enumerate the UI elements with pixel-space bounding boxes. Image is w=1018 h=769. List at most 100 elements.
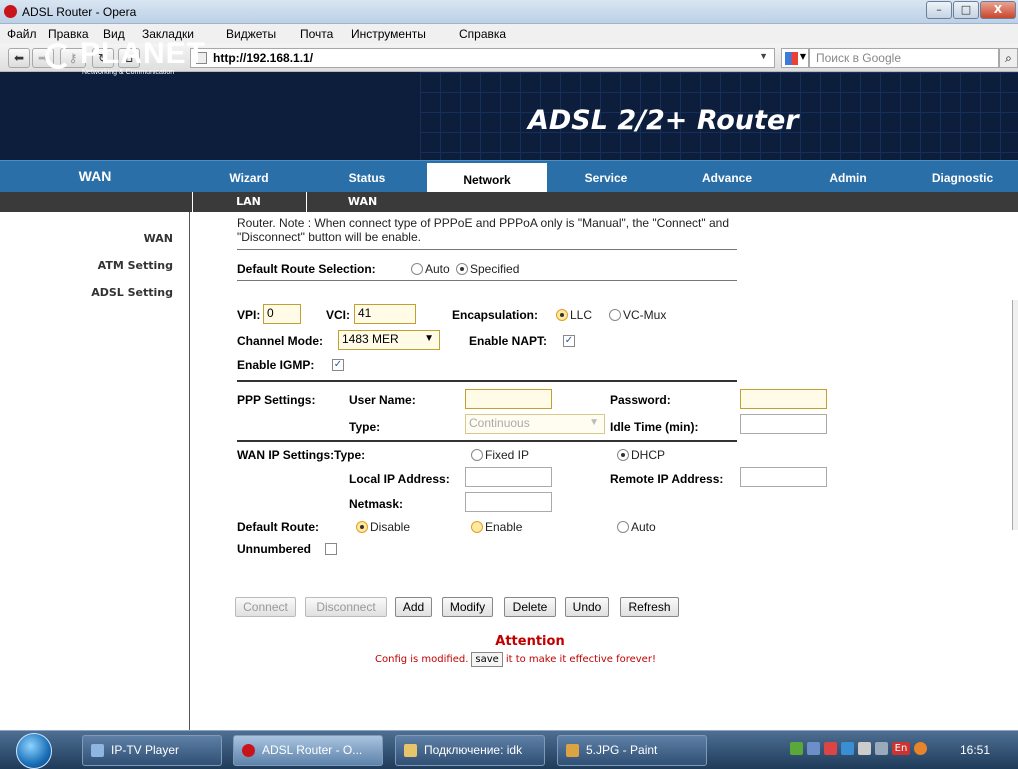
clock[interactable]: 16:51 (960, 743, 990, 757)
chevron-down-icon: ▼ (799, 52, 806, 61)
tab-diagnostic[interactable]: Diagnostic (907, 161, 1018, 193)
encap-llc-label: LLC (570, 308, 593, 322)
wan-ip-type-label: Type: (334, 448, 366, 462)
chevron-down-icon: ▼ (424, 333, 434, 344)
search-engine-select[interactable]: ▼ (781, 48, 809, 68)
divider (237, 440, 737, 442)
route-specified-label: Specified (470, 262, 520, 276)
menu-mail[interactable]: Почта (300, 27, 333, 41)
taskbar-item-label: IP-TV Player (111, 743, 180, 757)
route-specified-radio[interactable] (456, 263, 468, 275)
disconnect-button[interactable]: Disconnect (305, 597, 387, 617)
maximize-button[interactable]: □ (953, 1, 979, 19)
address-url: http://192.168.1.1/ (213, 51, 314, 65)
default-route-label: Default Route: (237, 520, 319, 534)
default-route-disable-radio[interactable] (356, 521, 368, 533)
channel-mode-value: 1483 MER (342, 332, 399, 346)
default-route-auto-label: Auto (631, 520, 656, 534)
refresh-button[interactable]: Refresh (620, 597, 679, 617)
tray-app-icon[interactable] (807, 742, 820, 755)
modify-button[interactable]: Modify (442, 597, 493, 617)
subtab-lan[interactable]: LAN (192, 192, 304, 212)
encap-vcmux-radio[interactable] (609, 309, 621, 321)
tray-app-icon[interactable] (875, 742, 888, 755)
enable-napt-checkbox[interactable]: ✓ (563, 335, 575, 347)
sidebar-item-atm-setting[interactable]: ATM Setting (98, 259, 173, 272)
unnumbered-checkbox[interactable] (325, 543, 337, 555)
close-button[interactable]: X (980, 1, 1016, 19)
tray-app-icon[interactable] (914, 742, 927, 755)
connect-button[interactable]: Connect (235, 597, 296, 617)
taskbar-item-paint[interactable]: 5.JPG - Paint (557, 735, 707, 766)
netmask-input[interactable] (465, 492, 552, 512)
vci-input[interactable]: 41 (354, 304, 416, 324)
main-nav: WAN Wizard Status Network Service Advanc… (0, 160, 1018, 193)
remote-ip-input[interactable] (740, 467, 827, 487)
subtab-wan[interactable]: WAN (306, 192, 418, 212)
tab-wizard[interactable]: Wizard (190, 161, 308, 193)
user-name-input[interactable] (465, 389, 552, 409)
tab-status[interactable]: Status (308, 161, 426, 193)
default-route-enable-radio[interactable] (471, 521, 483, 533)
address-bar[interactable]: http://192.168.1.1/ ▼ (190, 48, 775, 68)
tab-admin[interactable]: Admin (789, 161, 907, 193)
search-icon[interactable]: ⌕ (999, 48, 1018, 68)
enable-igmp-checkbox[interactable]: ✓ (332, 359, 344, 371)
ppp-type-select[interactable]: Continuous ▼ (465, 414, 605, 434)
divider (237, 380, 737, 382)
route-auto-radio[interactable] (411, 263, 423, 275)
add-button[interactable]: Add (395, 597, 432, 617)
planet-logo: PLANET (80, 37, 206, 70)
tab-advance[interactable]: Advance (665, 161, 789, 193)
dhcp-radio[interactable] (617, 449, 629, 461)
encapsulation-label: Encapsulation: (452, 308, 539, 322)
chevron-down-icon[interactable]: ▼ (759, 51, 768, 61)
menu-help[interactable]: Справка (459, 27, 506, 41)
tray-app-icon[interactable] (841, 742, 854, 755)
tab-service[interactable]: Service (547, 161, 665, 193)
google-icon (785, 52, 798, 65)
unnumbered-label: Unnumbered (237, 542, 312, 556)
back-icon[interactable]: ⬅ (8, 48, 30, 68)
local-ip-input[interactable] (465, 467, 552, 487)
idle-time-input[interactable] (740, 414, 827, 434)
channel-mode-label: Channel Mode: (237, 334, 323, 348)
menu-file[interactable]: Файл (7, 27, 37, 41)
vpi-label: VPI: (237, 308, 261, 322)
idle-time-label: Idle Time (min): (610, 420, 699, 434)
tab-network[interactable]: Network (427, 161, 547, 193)
tray-app-icon[interactable] (824, 742, 837, 755)
ppp-type-value: Continuous (469, 416, 530, 430)
page-scrollbar[interactable] (1012, 300, 1018, 530)
save-button[interactable]: save (471, 652, 503, 667)
vpi-input[interactable]: 0 (263, 304, 301, 324)
encap-llc-radio[interactable] (556, 309, 568, 321)
taskbar-item-connection[interactable]: Подключение: idk (395, 735, 545, 766)
undo-button[interactable]: Undo (565, 597, 609, 617)
channel-mode-select[interactable]: 1483 MER ▼ (338, 330, 440, 350)
minimize-button[interactable]: – (926, 1, 952, 19)
planet-logo-icon (45, 43, 71, 69)
volume-icon[interactable] (858, 742, 871, 755)
menu-widgets[interactable]: Виджеты (226, 27, 276, 41)
taskbar-item-iptv[interactable]: IP-TV Player (82, 735, 222, 766)
chevron-down-icon: ▼ (589, 417, 599, 428)
language-indicator[interactable]: En (892, 742, 910, 755)
taskbar-item-opera[interactable]: ADSL Router - O... (233, 735, 383, 766)
password-input[interactable] (740, 389, 827, 409)
search-input[interactable]: Поиск в Google (809, 48, 999, 68)
wan-ip-settings-label: WAN IP Settings: (237, 448, 335, 462)
delete-button[interactable]: Delete (504, 597, 556, 617)
network-icon[interactable] (790, 742, 803, 755)
menu-tools[interactable]: Инструменты (351, 27, 426, 41)
config-effective-text: it to make it effective forever! (505, 654, 656, 665)
sidebar-item-wan[interactable]: WAN (144, 232, 173, 245)
fixed-ip-radio[interactable] (471, 449, 483, 461)
config-modified-text: Config is modified. (375, 654, 469, 665)
start-button[interactable] (16, 733, 52, 769)
default-route-auto-radio[interactable] (617, 521, 629, 533)
product-title: ADSL 2/2+ Router (528, 105, 799, 136)
default-route-selection-label: Default Route Selection: (237, 262, 376, 276)
divider (237, 249, 737, 250)
sidebar-item-adsl-setting[interactable]: ADSL Setting (91, 286, 173, 299)
